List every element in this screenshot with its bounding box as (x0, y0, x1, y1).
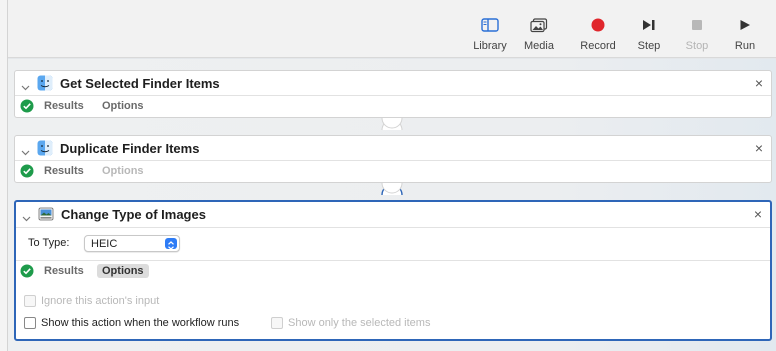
show-selected-row: Show only the selected items (271, 316, 430, 330)
check-circle-icon (20, 99, 34, 118)
tab-options[interactable]: Options (97, 164, 149, 178)
close-icon[interactable]: × (755, 140, 763, 156)
action-connector (381, 118, 403, 130)
preview-icon (38, 206, 54, 222)
record-label: Record (580, 40, 616, 52)
media-icon (530, 14, 548, 36)
media-label: Media (524, 40, 554, 52)
close-icon[interactable]: × (754, 206, 762, 222)
results-options-row: Results Options (15, 96, 771, 118)
toolbar: Library Media Record Step Stop Run (8, 0, 776, 58)
library-label: Library (473, 40, 507, 52)
action-header: Change Type of Images × (16, 202, 770, 226)
results-options-row: Results Options (16, 261, 770, 283)
chevron-down-icon[interactable] (22, 209, 31, 227)
finder-icon (37, 75, 53, 91)
to-type-select[interactable]: HEIC (84, 235, 180, 252)
show-selected-label: Show only the selected items (288, 317, 431, 329)
ignore-input-label: Ignore this action's input (41, 295, 160, 307)
stop-icon (691, 14, 703, 36)
library-icon (481, 14, 499, 36)
action-header: Get Selected Finder Items × (15, 71, 771, 95)
run-label: Run (734, 40, 756, 52)
run-icon (739, 14, 751, 36)
action-title: Change Type of Images (61, 207, 206, 222)
workflow-area: Get Selected Finder Items × Results Opti… (8, 59, 776, 351)
to-type-value: HEIC (91, 238, 118, 250)
tab-options[interactable]: Options (97, 99, 149, 113)
action-duplicate-finder-items[interactable]: Duplicate Finder Items × Results Options (14, 135, 772, 183)
close-icon[interactable]: × (755, 75, 763, 91)
show-action-label: Show this action when the workflow runs (41, 317, 240, 329)
action-header: Duplicate Finder Items × (15, 136, 771, 160)
window-left-edge (0, 0, 8, 351)
ignore-input-checkbox[interactable] (24, 295, 36, 307)
check-circle-icon (20, 264, 34, 283)
chevron-down-icon[interactable] (21, 143, 30, 161)
action-title: Get Selected Finder Items (60, 76, 220, 91)
media-button[interactable]: Media (509, 14, 569, 58)
tab-results[interactable]: Results (39, 264, 89, 278)
stop-label: Stop (685, 40, 709, 52)
action-get-selected-finder-items[interactable]: Get Selected Finder Items × Results Opti… (14, 70, 772, 118)
show-selected-checkbox[interactable] (271, 317, 283, 329)
tab-options[interactable]: Options (97, 264, 149, 278)
action-change-type-of-images[interactable]: Change Type of Images × To Type: HEIC Re… (14, 200, 772, 341)
run-button[interactable]: Run (715, 14, 775, 58)
tab-results[interactable]: Results (39, 164, 89, 178)
step-icon (642, 14, 656, 36)
tab-results[interactable]: Results (39, 99, 89, 113)
chevron-down-icon[interactable] (21, 78, 30, 96)
record-icon (590, 14, 606, 36)
divider (16, 227, 770, 228)
finder-icon (37, 140, 53, 156)
results-options-row: Results Options (15, 161, 771, 183)
show-action-checkbox[interactable] (24, 317, 36, 329)
show-action-row: Show this action when the workflow runs (24, 316, 239, 330)
check-circle-icon (20, 164, 34, 183)
ignore-input-row: Ignore this action's input (24, 294, 159, 308)
action-title: Duplicate Finder Items (60, 141, 200, 156)
step-label: Step (637, 40, 661, 52)
to-type-label: To Type: (28, 237, 70, 249)
action-connector (381, 183, 403, 195)
select-stepper-icon (165, 238, 177, 250)
